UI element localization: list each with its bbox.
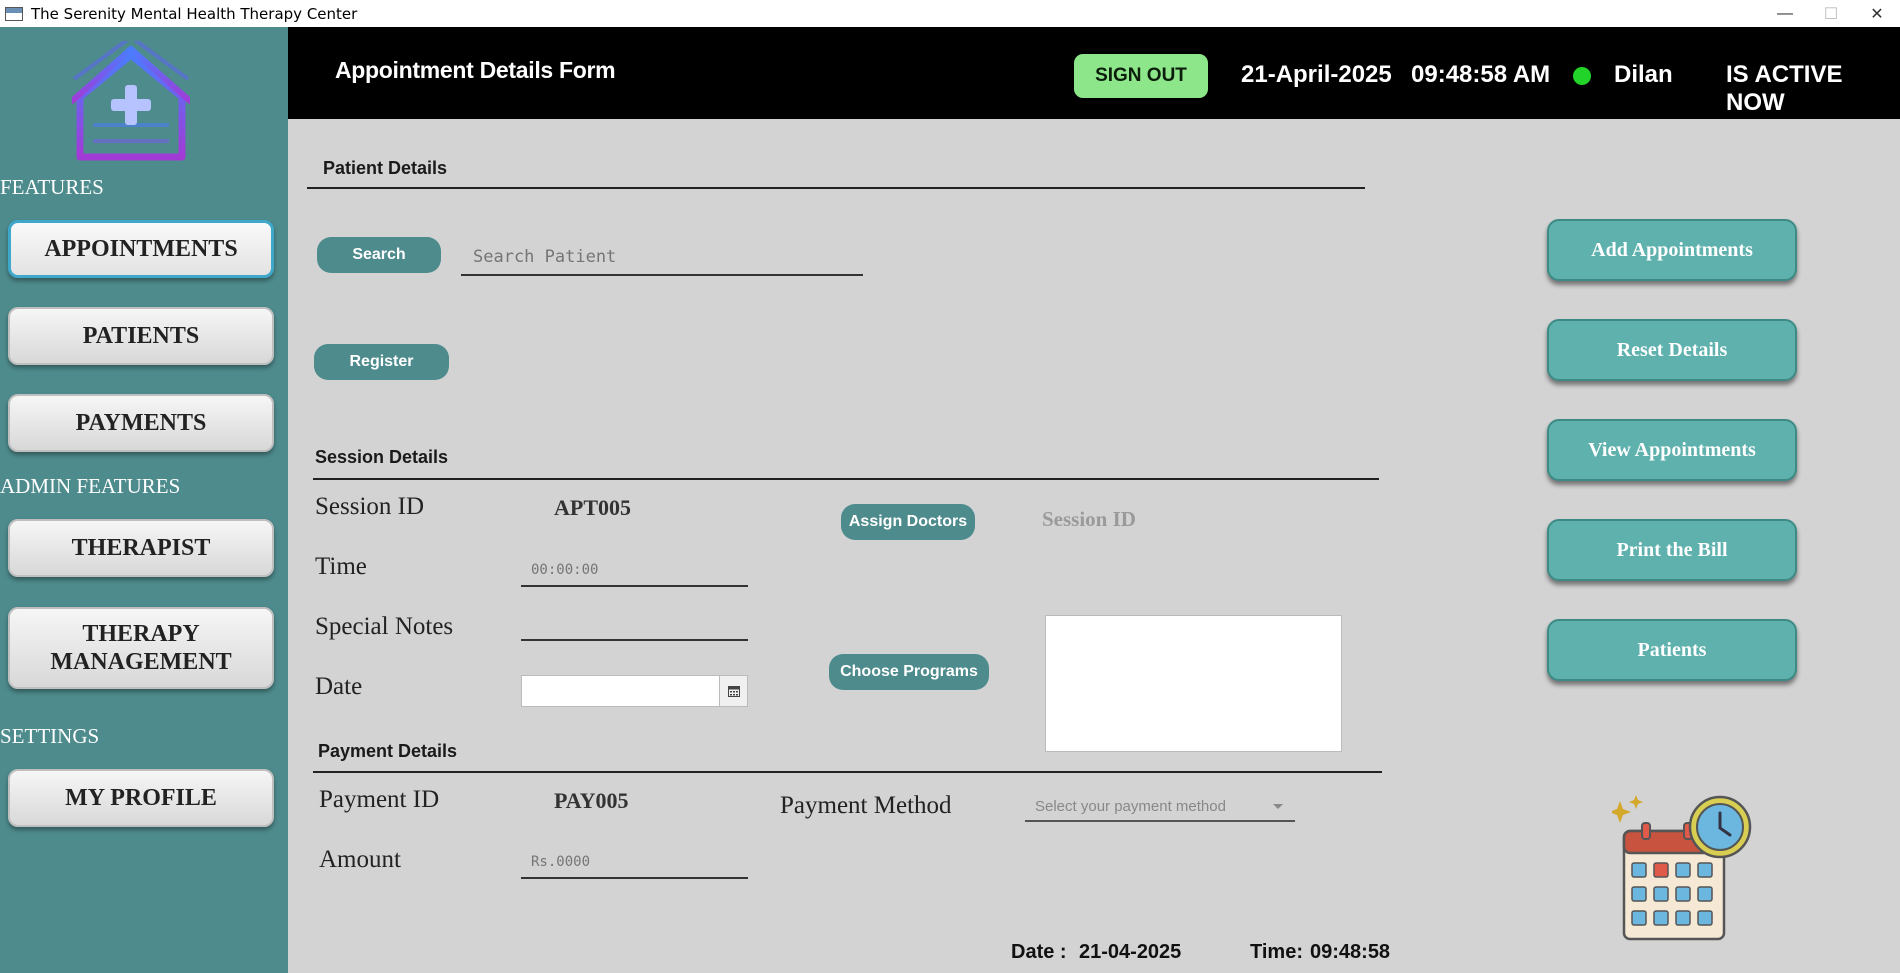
amount-input[interactable] [521,847,748,879]
nav-therapist-button[interactable]: THERAPIST [8,519,274,577]
programs-list-box[interactable] [1045,615,1342,752]
add-appointments-button[interactable]: Add Appointments [1547,219,1797,281]
assign-doctors-button[interactable]: Assign Doctors [841,504,975,540]
house-plus-icon [72,41,190,161]
app-window-icon [5,6,23,21]
session-details-divider [313,478,1379,480]
footer-time-label: Time: [1250,941,1303,963]
register-button[interactable]: Register [314,344,449,380]
section-settings: SETTINGS [0,724,100,748]
main-form: Patient Details Search Register Session … [288,119,1900,973]
online-status-icon [1573,67,1591,85]
print-bill-button[interactable]: Print the Bill [1547,519,1797,581]
chevron-down-icon [1273,804,1283,809]
nav-appointments-button[interactable]: APPOINTMENTS [8,220,274,278]
time-input[interactable] [521,555,748,587]
reset-details-button[interactable]: Reset Details [1547,319,1797,381]
session-id-label: Session ID [315,493,425,520]
payment-details-title: Payment Details [318,741,458,761]
nav-my-profile-button[interactable]: MY PROFILE [8,769,274,827]
footer-time-value: 09:48:58 [1310,941,1391,963]
nav-patients-button[interactable]: PATIENTS [8,307,274,365]
date-label: Date [315,673,363,700]
choose-programs-button[interactable]: Choose Programs [829,654,989,690]
payment-method-label: Payment Method [780,792,952,819]
calendar-icon[interactable] [719,676,747,706]
payment-id-value: PAY005 [554,788,629,813]
date-input[interactable] [522,676,719,706]
assigned-session-id: Session ID [1042,507,1136,531]
minimize-button[interactable]: — [1762,0,1808,27]
window-titlebar: The Serenity Mental Health Therapy Cente… [0,0,1900,27]
user-name: Dilan [1614,61,1673,88]
patient-details-title: Patient Details [323,158,448,178]
footer-date-label: Date : [1011,941,1067,963]
calendar-clock-icon [1612,795,1752,941]
payment-id-label: Payment ID [319,786,440,813]
payment-details-divider [313,771,1382,773]
time-label: Time [315,553,367,580]
window-title: The Serenity Mental Health Therapy Cente… [31,4,358,23]
header-bar: Appointment Details Form SIGN OUT 21-Apr… [288,27,1900,119]
sidebar: FEATURES APPOINTMENTS PATIENTS PAYMENTS … [0,27,288,973]
patients-button[interactable]: Patients [1547,619,1797,681]
page-title: Appointment Details Form [335,57,616,83]
section-admin-features: ADMIN FEATURES [0,474,181,498]
footer-date-value: 21-04-2025 [1079,941,1182,963]
patient-details-divider [307,187,1365,189]
session-details-title: Session Details [315,447,449,467]
header-time: 09:48:58 AM [1411,61,1551,88]
search-button[interactable]: Search [317,237,441,273]
amount-label: Amount [319,846,401,873]
close-button[interactable]: ✕ [1854,0,1900,27]
section-features: FEATURES [0,175,104,199]
maximize-button[interactable]: ☐ [1808,0,1854,27]
payment-method-placeholder: Select your payment method [1035,797,1226,815]
sign-out-button[interactable]: SIGN OUT [1074,54,1208,98]
session-id-value: APT005 [554,495,631,520]
special-notes-label: Special Notes [315,613,454,640]
date-picker[interactable] [521,675,748,707]
nav-therapy-management-button[interactable]: THERAPY MANAGEMENT [8,607,274,689]
header-date: 21-April-2025 [1241,61,1392,88]
view-appointments-button[interactable]: View Appointments [1547,419,1797,481]
nav-payments-button[interactable]: PAYMENTS [8,394,274,452]
search-patient-input[interactable] [461,240,863,276]
payment-method-select[interactable]: Select your payment method [1025,792,1295,822]
special-notes-input[interactable] [521,607,748,641]
user-status-text: IS ACTIVE NOW [1726,61,1843,116]
